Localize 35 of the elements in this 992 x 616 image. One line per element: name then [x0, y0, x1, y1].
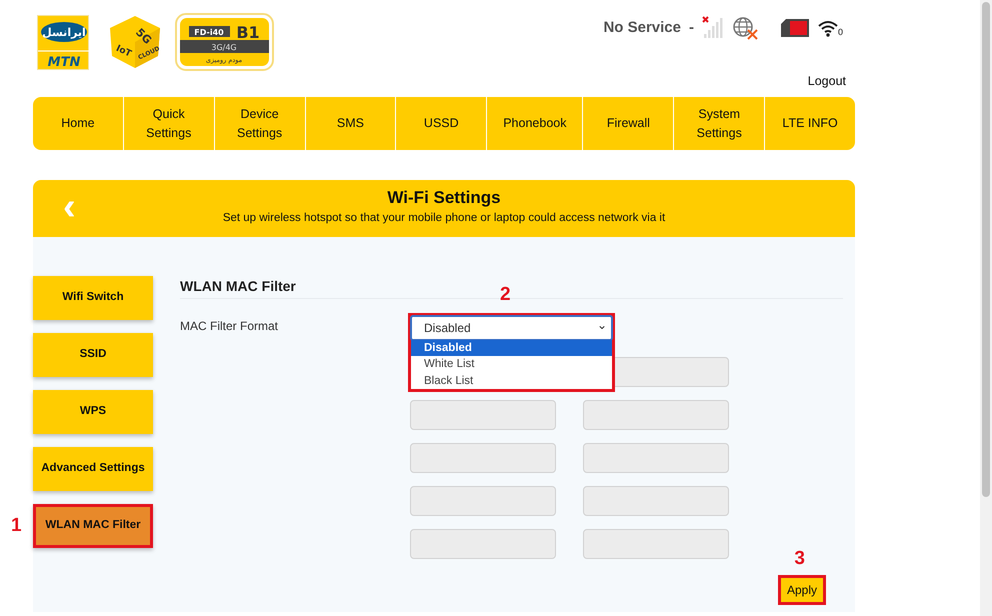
field-label: MAC Filter Format: [180, 318, 280, 335]
sidebar-tab[interactable]: SSID: [33, 333, 153, 377]
scrollbar[interactable]: [980, 0, 992, 616]
nav-link[interactable]: Device Settings: [214, 97, 306, 150]
apply-button[interactable]: Apply: [778, 575, 826, 605]
dropdown-option[interactable]: Black List: [411, 372, 612, 390]
logout-link[interactable]: Logout: [808, 72, 846, 91]
dropdown-option[interactable]: White List: [411, 356, 612, 373]
caret-icon: ⌄: [597, 320, 607, 330]
nav-link[interactable]: SMS: [306, 97, 396, 150]
status-separator: -: [688, 18, 694, 38]
select-value: Disabled: [424, 320, 471, 337]
annotation-number: 2: [500, 284, 511, 305]
nav-link[interactable]: USSD: [396, 97, 488, 150]
sidebar-tab[interactable]: WLAN MAC Filter: [33, 504, 153, 548]
nav-link[interactable]: Firewall: [583, 97, 674, 150]
annotation-number: 3: [794, 549, 805, 569]
filter-format-select[interactable]: Disabled ⌄: [411, 316, 612, 340]
sidebar-tab[interactable]: Wifi Switch: [33, 276, 153, 320]
wifi-icon: [818, 18, 838, 38]
annotation-number: 1: [11, 516, 22, 536]
sim-card-icon: [780, 18, 810, 38]
nav-link[interactable]: Phonebook: [487, 97, 584, 150]
page-title: Wi-Fi Settings: [387, 188, 501, 208]
sidebar-tab[interactable]: Advanced Settings: [33, 447, 153, 491]
wifi-client-count: 0: [838, 28, 843, 38]
service-status: No Service: [603, 18, 681, 38]
nav-link[interactable]: LTE INFO: [765, 97, 855, 150]
nav-link[interactable]: Quick Settings: [124, 97, 215, 150]
dropdown-option[interactable]: Disabled: [411, 340, 612, 356]
scrollbar-thumb[interactable]: [982, 2, 990, 497]
sidebar-tab[interactable]: WPS: [33, 390, 153, 434]
nav-link[interactable]: Home: [33, 97, 124, 150]
page-subtitle: Set up wireless hotspot so that your mobile phone or laptop could access network via it: [222, 211, 666, 226]
nav-link[interactable]: System Settings: [674, 97, 766, 150]
